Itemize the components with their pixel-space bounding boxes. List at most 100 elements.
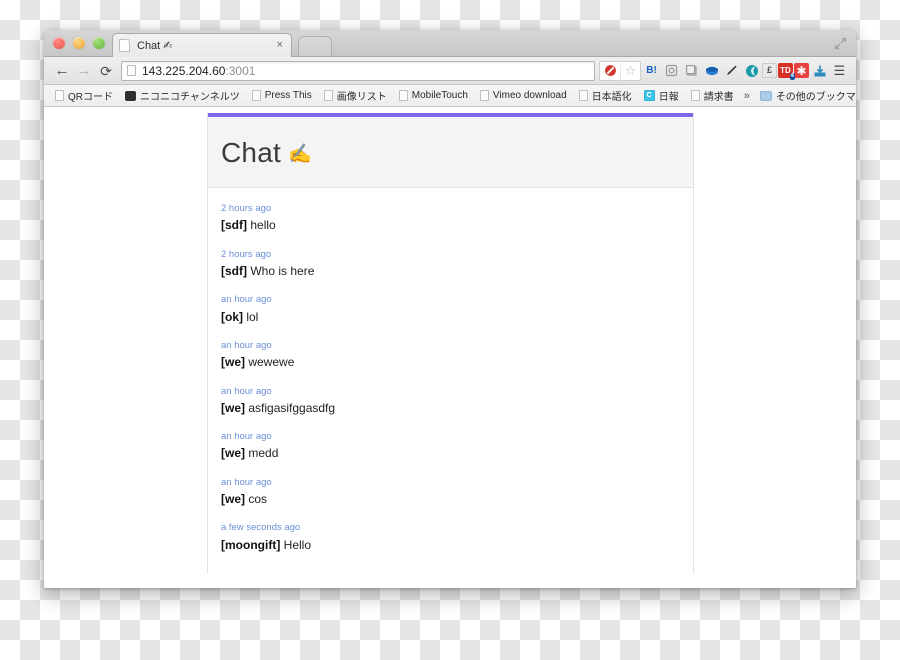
bookmark-mobile-touch[interactable]: MobileTouch bbox=[393, 90, 474, 101]
browser-toolbar: ← → ⟳ 143.225.204.60:3001 ☆ B! £ TD 4 ✱ … bbox=[44, 57, 856, 85]
new-tab-button[interactable] bbox=[298, 36, 332, 56]
message-body: [we] wewewe bbox=[221, 354, 680, 371]
tab-close-icon[interactable]: × bbox=[275, 40, 285, 51]
message-body: [we] asfigasifggasdfg bbox=[221, 400, 680, 417]
list-item: 2 hours ago [sdf] hello bbox=[221, 202, 680, 235]
download-icon[interactable] bbox=[810, 61, 829, 80]
page-title: Chat ✍ bbox=[221, 139, 693, 167]
message-body: [sdf] hello bbox=[221, 217, 680, 234]
browser-window: Chat ✍ × ← → ⟳ 143.225.204.60:3001 ☆ B! bbox=[44, 30, 856, 588]
list-item: an hour ago [ok] lol bbox=[221, 293, 680, 326]
cyan-c-icon: C bbox=[643, 90, 655, 101]
page-icon bbox=[479, 90, 489, 101]
message-timestamp: an hour ago bbox=[221, 431, 272, 443]
chrome-menu-icon[interactable]: ☰ bbox=[830, 61, 849, 80]
reload-button[interactable]: ⟳ bbox=[95, 60, 117, 82]
bookmark-qr-code[interactable]: QRコード bbox=[49, 88, 119, 103]
bookmark-label: MobileTouch bbox=[411, 90, 468, 101]
url-port: :3001 bbox=[225, 63, 256, 78]
message-nickname: [we] bbox=[221, 355, 245, 370]
message-timestamp: an hour ago bbox=[221, 294, 272, 306]
message-nickname: [ok] bbox=[221, 309, 243, 324]
message-list: 2 hours ago [sdf] hello 2 hours ago [sdf… bbox=[208, 188, 693, 574]
address-bar[interactable]: 143.225.204.60:3001 bbox=[121, 60, 595, 81]
bookmarks-overflow-button[interactable]: » bbox=[740, 90, 754, 102]
bookmark-image-list[interactable]: 画像リスト bbox=[318, 88, 393, 103]
minimize-window-button[interactable] bbox=[73, 37, 85, 49]
todo-icon[interactable]: TD 4 bbox=[778, 63, 795, 80]
list-item: an hour ago [we] cos bbox=[221, 476, 680, 509]
bookmark-press-this[interactable]: Press This bbox=[246, 90, 318, 101]
page-icon bbox=[578, 90, 588, 101]
page-icon bbox=[690, 90, 700, 101]
bookmark-japanese[interactable]: 日本語化 bbox=[573, 88, 638, 103]
bookmark-daily-report[interactable]: C 日報 bbox=[638, 88, 685, 103]
close-window-button[interactable] bbox=[53, 37, 65, 49]
bookmark-label: QRコード bbox=[68, 92, 113, 103]
back-button[interactable]: ← bbox=[51, 60, 73, 82]
tab-strip: Chat ✍ × bbox=[44, 30, 856, 57]
box-icon[interactable] bbox=[682, 61, 701, 80]
pound-currency-icon[interactable]: £ bbox=[762, 63, 777, 78]
message-text: wewewe bbox=[248, 355, 295, 370]
extension-icons: ☆ B! £ TD 4 ✱ ☰ bbox=[599, 60, 849, 81]
page-icon bbox=[323, 90, 333, 101]
teal-spiral-icon[interactable] bbox=[742, 61, 761, 80]
message-text: hello bbox=[250, 218, 276, 233]
asterisk-icon[interactable]: ✱ bbox=[794, 63, 809, 78]
bookmark-label: 日本語化 bbox=[591, 92, 632, 103]
browser-tab-chat[interactable]: Chat ✍ × bbox=[112, 33, 292, 57]
message-body: [sdf] Who is here bbox=[221, 263, 680, 280]
tab-title: Chat ✍ bbox=[137, 40, 173, 52]
eyedropper-icon[interactable] bbox=[722, 61, 741, 80]
message-body: [we] medd bbox=[221, 445, 680, 462]
message-nickname: [we] bbox=[221, 446, 245, 461]
window-controls bbox=[53, 37, 105, 49]
bookmark-vimeo-download[interactable]: Vimeo download bbox=[474, 90, 573, 101]
bookmark-label: Press This bbox=[264, 90, 312, 101]
todo-badge-count: 4 bbox=[789, 73, 795, 80]
chat-card: Chat ✍ 2 hours ago [sdf] hello 2 hours a… bbox=[207, 113, 694, 575]
bookmark-invoice[interactable]: 請求書 bbox=[685, 88, 740, 103]
page-icon bbox=[251, 90, 261, 101]
evernote-clipper-icon[interactable] bbox=[662, 61, 681, 80]
fullscreen-arrows-icon[interactable] bbox=[834, 37, 847, 50]
message-nickname: [sdf] bbox=[221, 218, 247, 233]
zoom-window-button[interactable] bbox=[93, 37, 105, 49]
message-text: asfigasifggasdfg bbox=[248, 400, 336, 415]
message-timestamp: an hour ago bbox=[221, 476, 272, 488]
list-item: a few seconds ago [moongift] Hello bbox=[221, 521, 680, 554]
bookmark-label: 画像リスト bbox=[336, 92, 387, 103]
blue-swirl-icon[interactable] bbox=[702, 61, 721, 80]
forward-button[interactable]: → bbox=[73, 60, 95, 82]
page-viewport: Chat ✍ 2 hours ago [sdf] hello 2 hours a… bbox=[44, 107, 856, 587]
bookmark-star-icon[interactable]: ☆ bbox=[621, 60, 641, 81]
folder-icon bbox=[759, 90, 772, 101]
url-host: 143.225.204.60 bbox=[142, 63, 226, 78]
bookmark-label: 日報 bbox=[658, 92, 679, 103]
page-icon bbox=[55, 90, 64, 101]
list-item: an hour ago [we] medd bbox=[221, 430, 680, 463]
message-timestamp: an hour ago bbox=[221, 385, 272, 397]
bookmark-folder-other[interactable]: その他のブックマーク bbox=[754, 88, 856, 103]
list-item: 2 hours ago [sdf] Who is here bbox=[221, 248, 680, 281]
writing-hand-icon: ✍ bbox=[287, 143, 312, 165]
adblock-icon[interactable] bbox=[599, 60, 620, 81]
message-nickname: [moongift] bbox=[221, 537, 281, 552]
hatena-bookmark-icon[interactable]: B! bbox=[642, 61, 661, 80]
tab-favicon-icon bbox=[119, 39, 130, 52]
list-item: an hour ago [we] wewewe bbox=[221, 339, 680, 372]
message-text: cos bbox=[248, 492, 268, 507]
page-title-text: Chat bbox=[221, 137, 281, 168]
message-text: lol bbox=[246, 309, 259, 324]
page-info-icon[interactable] bbox=[127, 65, 136, 76]
message-nickname: [we] bbox=[221, 400, 245, 415]
chat-header: Chat ✍ bbox=[208, 117, 693, 188]
bookmark-label: ニコニコチャンネルツ bbox=[140, 92, 240, 103]
bookmark-niconico[interactable]: ニコニコチャンネルツ bbox=[119, 88, 246, 103]
message-body: [moongift] Hello bbox=[221, 537, 680, 554]
message-text: Who is here bbox=[250, 263, 315, 278]
list-item: an hour ago [we] asfigasifggasdfg bbox=[221, 385, 680, 418]
message-nickname: [we] bbox=[221, 492, 245, 507]
message-text: Hello bbox=[283, 537, 312, 552]
